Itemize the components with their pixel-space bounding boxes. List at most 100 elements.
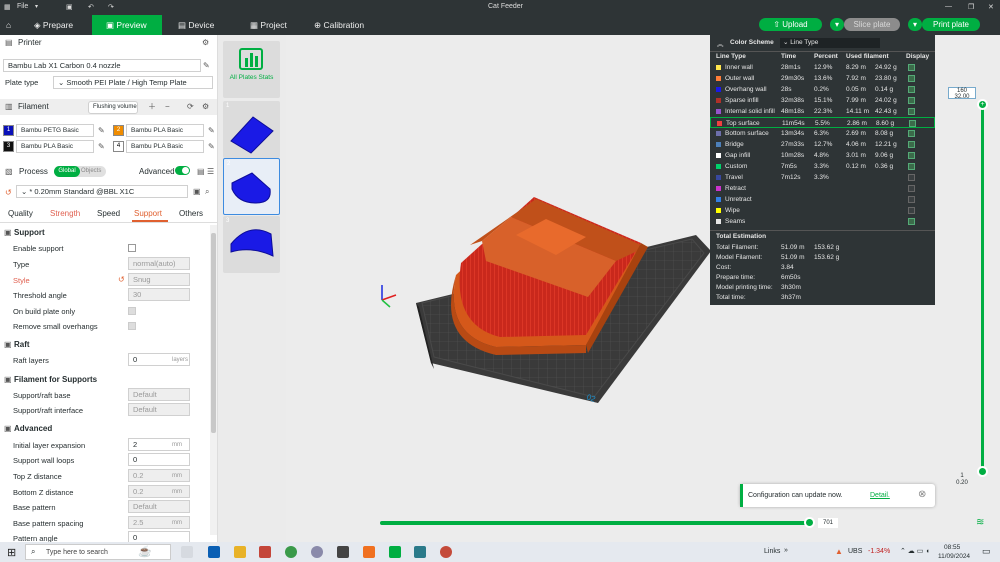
add-icon[interactable]: ＋ <box>148 102 156 112</box>
move-slider-track[interactable] <box>380 521 810 525</box>
links-label[interactable]: Links <box>764 548 780 555</box>
layers-icon[interactable]: ≋ <box>976 517 984 528</box>
scrollbar[interactable] <box>210 225 217 535</box>
display-checkbox[interactable] <box>909 120 916 127</box>
tab-prepare[interactable]: ◈ Prepare <box>28 15 90 35</box>
chevron-icon[interactable]: » <box>784 547 788 554</box>
stock-name[interactable]: UBS <box>848 548 862 555</box>
setting-input[interactable]: 0 <box>128 531 190 542</box>
color-scheme-select[interactable]: ⌄ Line Type <box>780 38 880 48</box>
tab-device[interactable]: ▤ Device <box>172 15 232 35</box>
display-checkbox[interactable] <box>908 108 915 115</box>
display-checkbox[interactable] <box>908 163 915 170</box>
print-dropdown-button[interactable]: ▾ <box>908 18 922 31</box>
filament-select[interactable]: Bambu PLA Basic <box>126 124 204 137</box>
legend-row[interactable]: Gap infill 10m28s 4.8% 3.01 m 9.06 g <box>710 150 935 161</box>
restore-icon[interactable]: ❐ <box>968 3 974 11</box>
display-checkbox[interactable] <box>908 141 915 148</box>
legend-row[interactable]: Bottom surface 13m34s 6.3% 2.69 m 8.08 g <box>710 128 935 139</box>
reset-icon[interactable]: ↺ <box>5 188 12 198</box>
legend-row[interactable]: Retract <box>710 183 935 194</box>
plate-thumbnail-2[interactable]: 2 <box>223 158 280 215</box>
compare-icon[interactable]: ▤ <box>197 167 205 177</box>
tab-support[interactable]: Support <box>134 209 162 218</box>
remove-icon[interactable]: − <box>165 102 170 112</box>
objects-option[interactable]: Objects <box>81 166 101 177</box>
display-checkbox[interactable] <box>908 64 915 71</box>
settings-icon[interactable]: ⚙ <box>202 38 209 48</box>
redo-icon[interactable]: ↷ <box>108 3 114 11</box>
filament-color-swatch[interactable]: 2 <box>113 125 124 136</box>
app-icon[interactable] <box>414 546 426 558</box>
filament-select[interactable]: Bambu PLA Basic <box>126 140 204 153</box>
settings-icon[interactable]: ⚙ <box>202 102 209 112</box>
slice-dropdown-button[interactable]: ▾ <box>830 18 844 31</box>
edit-icon[interactable]: ✎ <box>208 142 215 152</box>
filament-color-swatch[interactable]: 1 <box>3 125 14 136</box>
task-view-icon[interactable] <box>181 546 193 558</box>
legend-row[interactable]: Wipe <box>710 205 935 216</box>
chrome-icon[interactable] <box>285 546 297 558</box>
edit-icon[interactable]: ✎ <box>203 61 210 71</box>
chrome-profile-icon[interactable] <box>440 546 452 558</box>
app-icon[interactable] <box>311 546 323 558</box>
display-checkbox[interactable] <box>908 75 915 82</box>
legend-row[interactable]: Travel 7m12s 3.3% <box>710 172 935 183</box>
display-checkbox[interactable] <box>908 152 915 159</box>
legend-row[interactable]: Unretract <box>710 194 935 205</box>
layer-slider-top-handle[interactable]: + <box>977 99 988 110</box>
display-checkbox[interactable] <box>908 196 915 203</box>
filament-select[interactable]: Bambu PETG Basic <box>16 124 94 137</box>
save-icon[interactable]: ▣ <box>193 187 201 197</box>
home-button[interactable]: ⌂ <box>0 15 20 35</box>
close-icon[interactable]: ✕ <box>988 3 994 11</box>
legend-row[interactable]: Custom 7m5s 3.3% 0.12 m 0.36 g <box>710 161 935 172</box>
settings-icon[interactable] <box>337 546 349 558</box>
bambu-studio-icon[interactable] <box>389 546 401 558</box>
filament-color-swatch[interactable]: 3 <box>3 141 14 152</box>
process-preset-select[interactable]: ⌄ * 0.20mm Standard @BBL X1C <box>16 185 188 198</box>
filament-color-swatch[interactable]: 4 <box>113 141 124 152</box>
file-menu[interactable]: File <box>17 3 28 10</box>
legend-row[interactable]: Inner wall 28m1s 12.9% 8.29 m 24.92 g <box>710 62 935 73</box>
setting-checkbox[interactable] <box>128 244 136 252</box>
display-checkbox[interactable] <box>908 97 915 104</box>
undo-icon[interactable]: ↶ <box>88 3 94 11</box>
all-plates-stats-button[interactable]: All Plates Stats <box>223 41 280 98</box>
global-option[interactable]: Global <box>54 166 80 177</box>
display-checkbox[interactable] <box>908 130 915 137</box>
slicer-app-icon[interactable] <box>363 546 375 558</box>
search-box[interactable]: ⌕ Type here to search ☕ <box>25 544 171 560</box>
layer-slider-bottom-handle[interactable] <box>977 466 988 477</box>
tray-icons[interactable]: ⌃ ☁ ▭ ◖ <box>900 547 930 555</box>
clock-date[interactable]: 11/09/2024 <box>938 553 970 560</box>
clock-time[interactable]: 08:55 <box>944 544 960 551</box>
scrollbar-thumb[interactable] <box>211 233 216 433</box>
edit-icon[interactable]: ✎ <box>208 126 215 136</box>
slice-plate-button[interactable]: Slice plate <box>844 18 900 31</box>
windows-start-icon[interactable]: ⊞ <box>7 546 16 559</box>
sync-icon[interactable]: ⟳ <box>187 102 194 112</box>
tab-speed[interactable]: Speed <box>97 209 120 218</box>
display-checkbox[interactable] <box>908 185 915 192</box>
edit-icon[interactable]: ✎ <box>98 126 105 136</box>
notice-detail-link[interactable]: Detail. <box>870 492 890 499</box>
plate-thumbnail-1[interactable]: 1 <box>223 101 280 158</box>
filament-select[interactable]: Bambu PLA Basic <box>16 140 94 153</box>
mail-icon[interactable] <box>208 546 220 558</box>
tab-quality[interactable]: Quality <box>8 209 33 218</box>
tab-preview[interactable]: ▣ Preview <box>92 15 162 35</box>
collapse-icon[interactable]: ︽ <box>717 38 724 48</box>
list-icon[interactable]: ☰ <box>207 167 214 177</box>
layer-slider-track[interactable] <box>981 103 984 473</box>
tab-strength[interactable]: Strength <box>50 209 80 218</box>
minimize-icon[interactable]: — <box>945 3 952 10</box>
reset-icon[interactable]: ↺ <box>118 275 125 285</box>
legend-row[interactable]: Sparse infill 32m38s 15.1% 7.99 m 24.02 g <box>710 95 935 106</box>
flushing-volumes-button[interactable]: Flushing volumes <box>88 101 138 114</box>
advanced-toggle[interactable] <box>175 166 190 175</box>
close-icon[interactable]: ⊗ <box>918 489 926 500</box>
legend-row[interactable]: Internal solid infill 48m18s 22.3% 14.11 m 4… <box>710 106 935 117</box>
folder-icon[interactable] <box>234 546 246 558</box>
display-checkbox[interactable] <box>908 218 915 225</box>
